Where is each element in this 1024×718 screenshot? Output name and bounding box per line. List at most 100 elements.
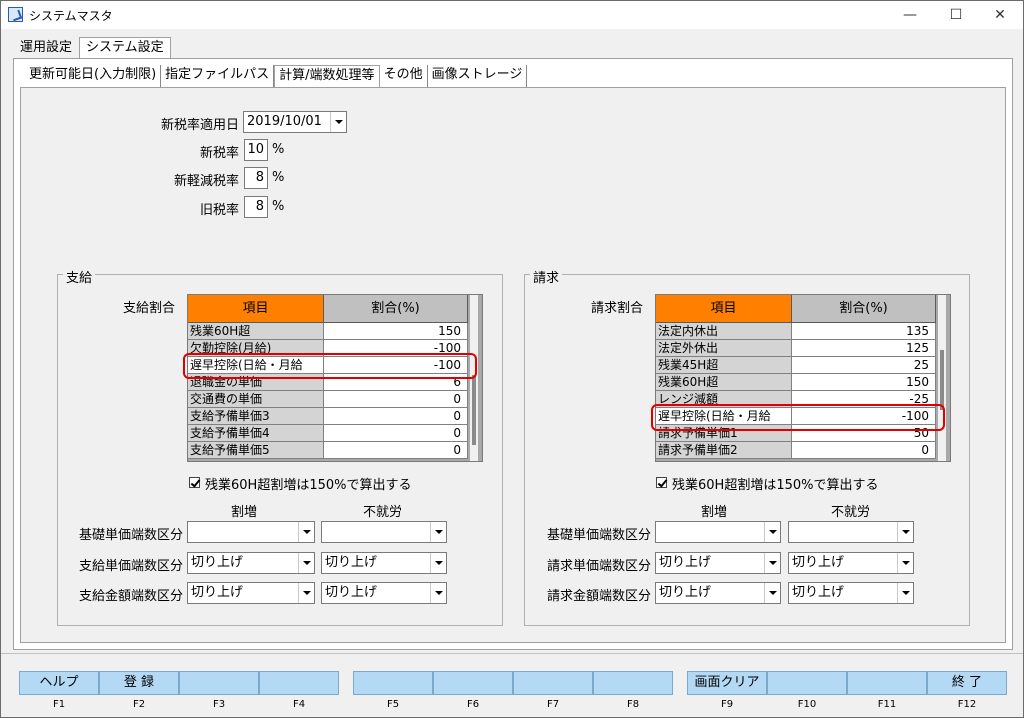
table-row[interactable]: 請求予備単価2 0 (656, 442, 936, 459)
f12-key-label: F12 (957, 699, 977, 710)
window-title: システムマスタ (29, 9, 113, 23)
f11-button[interactable] (847, 671, 927, 695)
f5-button[interactable] (353, 671, 433, 695)
row-value[interactable]: 125 (792, 340, 936, 357)
f2-register-button[interactable]: 登 録 (99, 671, 179, 695)
f7-key-label: F7 (546, 699, 560, 710)
seikyu-ratio-grid: 項目 割合(%) 法定内休出 135 法定外休出 125 残業45H超 25 残… (655, 294, 951, 462)
seikyu-kiso-label: 基礎単価端数区分 (546, 528, 651, 543)
percent-unit: % (272, 142, 285, 157)
row-value[interactable]: 25 (792, 357, 936, 374)
seikyu-grid-scrollbar[interactable] (938, 295, 946, 461)
select-value: 切り上げ (191, 555, 244, 570)
f1-help-button[interactable]: ヘルプ (19, 671, 99, 695)
chevron-down-icon[interactable] (897, 553, 913, 573)
new-rate-date-label: 新税率適用日 (160, 118, 239, 133)
new-reduced-rate-input[interactable]: 8 (244, 167, 268, 189)
chevron-down-icon[interactable] (430, 583, 446, 603)
old-rate-input[interactable]: 8 (244, 196, 268, 218)
row-value[interactable]: 0 (792, 442, 936, 459)
shikyu-group-title: 支給 (63, 267, 96, 286)
row-value[interactable]: 150 (324, 323, 468, 340)
tab-gazo-storage[interactable]: 画像ストレージ (428, 65, 528, 87)
chevron-down-icon[interactable] (897, 583, 913, 603)
seikyu-tanka-fushuro-select[interactable]: 切り上げ (788, 552, 914, 574)
f4-button[interactable] (259, 671, 339, 695)
new-rate-input[interactable]: 10 (244, 139, 268, 161)
shikyu-col-fushuro: 不就労 (363, 505, 403, 520)
chevron-down-icon[interactable] (430, 522, 446, 542)
close-button[interactable]: ✕ (977, 1, 1023, 29)
table-row[interactable]: 交通費の単価 0 (188, 391, 468, 408)
shikyu-kingaku-warimashi-select[interactable]: 切り上げ (187, 582, 315, 604)
table-row[interactable]: 残業60H超 150 (656, 374, 936, 391)
f6-button[interactable] (433, 671, 513, 695)
tab-unyo-settei[interactable]: 運用設定 (13, 37, 79, 59)
row-value[interactable]: 0 (324, 391, 468, 408)
system-master-window: システムマスタ — ☐ ✕ 運用設定 システム設定 更新可能日(入力制限) 指定… (0, 0, 1024, 718)
seikyu-group-title: 請求 (530, 267, 563, 286)
seikyu-ot60-label: 残業60H超割増は150%で算出する (672, 478, 879, 493)
shikyu-tanka-fushuro-select[interactable]: 切り上げ (321, 552, 447, 574)
row-value[interactable]: 0 (324, 425, 468, 442)
f5-key-label: F5 (386, 699, 400, 710)
seikyu-kiso-warimashi-select[interactable] (655, 521, 781, 543)
tab-system-settei[interactable]: システム設定 (79, 37, 171, 59)
chevron-down-icon[interactable] (897, 522, 913, 542)
chevron-down-icon[interactable] (298, 583, 314, 603)
f8-button[interactable] (593, 671, 673, 695)
chevron-down-icon[interactable] (298, 553, 314, 573)
shikyu-ot60-checkbox[interactable] (189, 477, 200, 488)
shikyu-tanka-warimashi-select[interactable]: 切り上げ (187, 552, 315, 574)
table-row[interactable]: 支給予備単価5 0 (188, 442, 468, 459)
seikyu-tanka-warimashi-select[interactable]: 切り上げ (655, 552, 781, 574)
maximize-button[interactable]: ☐ (933, 1, 979, 29)
scrollbar-thumb[interactable] (940, 350, 944, 410)
chevron-down-icon[interactable] (764, 522, 780, 542)
row-name: 支給予備単価3 (188, 408, 324, 425)
table-row[interactable]: 法定外休出 125 (656, 340, 936, 357)
seikyu-kiso-fushuro-select[interactable] (788, 521, 914, 543)
shikyu-kiso-warimashi-select[interactable] (187, 521, 315, 543)
grid-header-rate: 割合(%) (792, 295, 936, 323)
shikyu-kingaku-fushuro-select[interactable]: 切り上げ (321, 582, 447, 604)
tab-shitei-file-path[interactable]: 指定ファイルパス (161, 65, 275, 87)
shikyu-kiso-fushuro-select[interactable] (321, 521, 447, 543)
table-row[interactable]: 法定内休出 135 (656, 323, 936, 340)
f10-button[interactable] (767, 671, 847, 695)
f3-button[interactable] (179, 671, 259, 695)
row-name: 残業45H超 (656, 357, 792, 374)
seikyu-kingaku-fushuro-select[interactable]: 切り上げ (788, 582, 914, 604)
row-name: 法定内休出 (656, 323, 792, 340)
table-row[interactable]: 残業45H超 25 (656, 357, 936, 374)
chevron-down-icon[interactable] (330, 112, 346, 132)
chevron-down-icon[interactable] (298, 522, 314, 542)
table-row[interactable]: 残業60H超 150 (188, 323, 468, 340)
row-value[interactable]: 135 (792, 323, 936, 340)
row-value[interactable]: 150 (792, 374, 936, 391)
seikyu-ratio-label: 請求割合 (591, 301, 644, 316)
chevron-down-icon[interactable] (764, 583, 780, 603)
tab-keisan-hasu[interactable]: 計算/端数処理等 (274, 65, 380, 87)
f9-clear-button[interactable]: 画面クリア (687, 671, 767, 695)
tab-koshin-kanobi[interactable]: 更新可能日(入力制限) (25, 65, 162, 87)
chevron-down-icon[interactable] (764, 553, 780, 573)
new-rate-date-select[interactable]: 2019/10/01 (243, 111, 347, 133)
row-value[interactable]: 0 (324, 442, 468, 459)
shikyu-ot60-label: 残業60H超割増は150%で算出する (205, 478, 412, 493)
minimize-button[interactable]: — (887, 1, 933, 29)
seikyu-ot60-checkbox[interactable] (656, 477, 667, 488)
table-row[interactable]: 支給予備単価3 0 (188, 408, 468, 425)
seikyu-kingaku-label: 請求金額端数区分 (546, 589, 651, 604)
chevron-down-icon[interactable] (430, 553, 446, 573)
f7-button[interactable] (513, 671, 593, 695)
table-row[interactable]: 支給予備単価4 0 (188, 425, 468, 442)
select-value: 切り上げ (659, 585, 712, 600)
seikyu-kingaku-warimashi-select[interactable]: 切り上げ (655, 582, 781, 604)
shikyu-tanka-label: 支給単価端数区分 (78, 559, 183, 574)
scrollbar-thumb[interactable] (472, 375, 476, 445)
f12-exit-button[interactable]: 終 了 (927, 671, 1007, 695)
tab-sonota[interactable]: その他 (380, 65, 428, 87)
select-value: 切り上げ (325, 555, 378, 570)
row-value[interactable]: 0 (324, 408, 468, 425)
